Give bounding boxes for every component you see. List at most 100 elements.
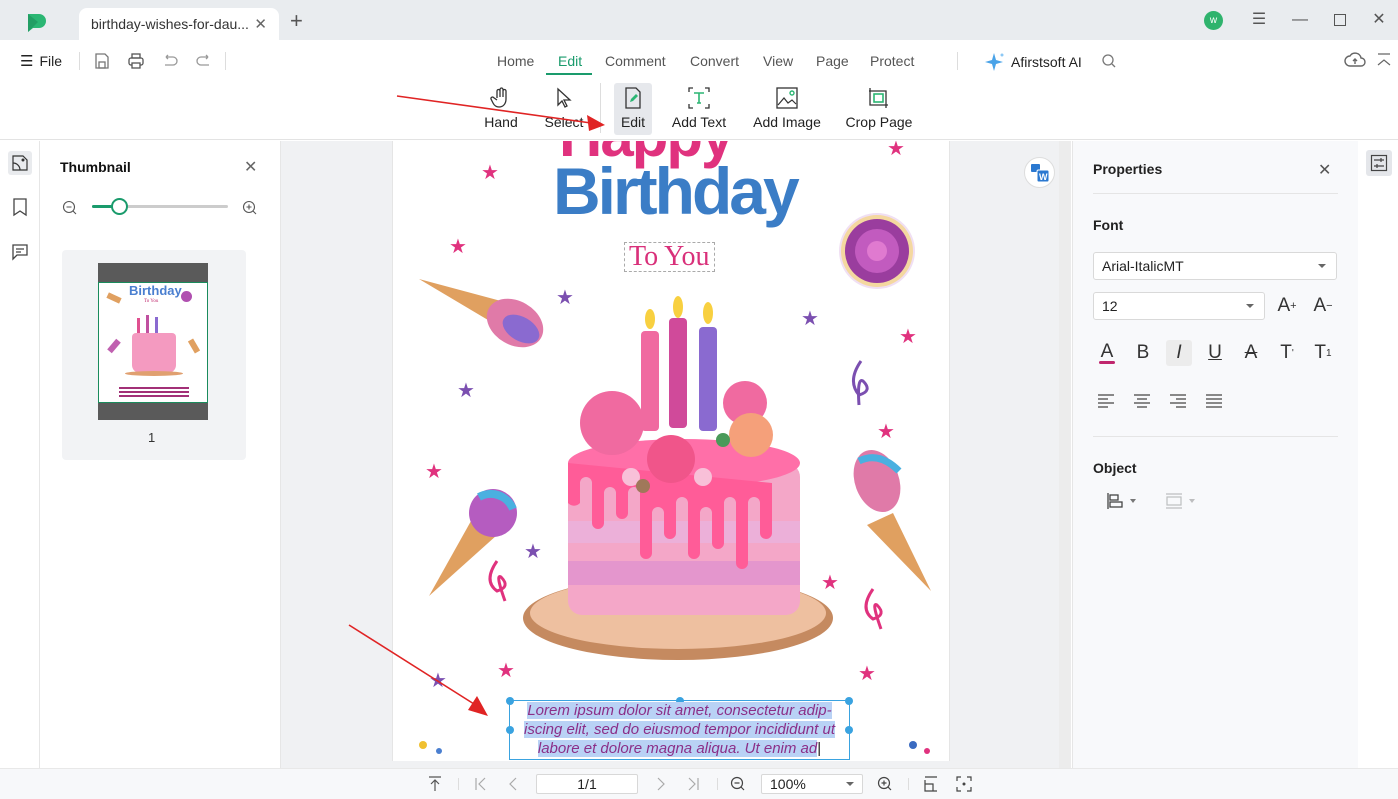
italic-button[interactable]: I (1166, 340, 1192, 366)
add-text-button[interactable]: Add Text (670, 83, 728, 135)
zoom-in-icon[interactable] (877, 776, 893, 792)
increase-font-size-icon[interactable]: A + (1274, 293, 1300, 319)
align-center-icon[interactable] (1133, 393, 1151, 409)
zoom-level-value: 100% (770, 776, 806, 792)
svg-text:★: ★ (425, 461, 443, 483)
divider (1093, 436, 1338, 437)
font-family-select[interactable]: Arial-ItalicMT (1093, 252, 1337, 280)
divider (908, 778, 909, 790)
edit-tool-button[interactable]: Edit (614, 83, 652, 135)
align-left-icon[interactable] (1097, 393, 1115, 409)
ai-label: Afirstsoft AI (1011, 54, 1082, 70)
page-thumbnail-number: 1 (148, 430, 156, 445)
subscript-button[interactable]: T1 (1310, 340, 1336, 366)
menu-icon[interactable]: ☰ (1249, 10, 1269, 30)
zoom-out-icon[interactable] (62, 200, 77, 215)
svg-text:★: ★ (821, 572, 839, 594)
sparkle-icon (985, 53, 1004, 71)
align-justify-icon[interactable] (1205, 393, 1223, 409)
crop-page-button[interactable]: Crop Page (845, 83, 913, 135)
app-logo-icon (28, 14, 46, 32)
add-image-label: Add Image (753, 114, 821, 130)
underline-button[interactable]: U (1202, 340, 1228, 366)
tab-page[interactable]: Page (816, 53, 849, 69)
bookmarks-toggle[interactable] (8, 195, 32, 219)
divider (225, 52, 226, 70)
vertical-scrollbar[interactable] (1059, 141, 1071, 768)
save-icon[interactable] (93, 52, 111, 70)
svg-text:★: ★ (449, 236, 467, 258)
divider (717, 778, 718, 790)
object-align-dropdown[interactable] (1106, 492, 1136, 510)
cloud-upload-icon[interactable] (1344, 51, 1366, 69)
tab-title: birthday-wishes-for-dau... (91, 16, 249, 32)
new-tab-button[interactable]: + (290, 10, 303, 32)
print-icon[interactable] (127, 52, 145, 70)
align-right-icon[interactable] (1169, 393, 1187, 409)
zoom-out-icon[interactable] (730, 776, 746, 792)
annotation-arrow (348, 624, 488, 716)
close-thumbnail-panel-icon[interactable]: ✕ (244, 157, 257, 177)
sliders-icon (1370, 154, 1388, 172)
superscript-button[interactable]: T ' (1274, 340, 1300, 366)
font-size-select[interactable]: 12 (1093, 292, 1265, 320)
page-thumbnail-viewport: Birthday To You (98, 282, 208, 403)
close-properties-icon[interactable]: ✕ (1318, 160, 1331, 180)
hamburger-icon: ☰ (20, 53, 34, 70)
properties-title: Properties (1093, 161, 1163, 177)
bold-button[interactable]: B (1130, 340, 1156, 366)
svg-text:★: ★ (524, 541, 542, 563)
go-to-top-icon[interactable] (428, 776, 442, 792)
tab-home[interactable]: Home (497, 53, 534, 69)
selected-text-box[interactable]: Lorem ipsum dolor sit amet, consectetur … (506, 697, 853, 760)
minimize-button[interactable]: — (1290, 10, 1310, 30)
next-page-icon[interactable] (654, 777, 668, 791)
redo-icon[interactable] (195, 52, 213, 70)
search-icon[interactable] (1101, 53, 1117, 69)
divider (458, 778, 459, 790)
tab-protect[interactable]: Protect (870, 53, 914, 69)
divider (957, 52, 958, 70)
zoom-level-select[interactable]: 100% (761, 774, 863, 794)
thumbnail-panel-toggle[interactable] (8, 151, 32, 175)
font-section-title: Font (1093, 217, 1124, 233)
tab-view[interactable]: View (763, 53, 793, 69)
previous-page-icon[interactable] (506, 777, 520, 791)
divider (79, 52, 80, 70)
font-size-value: 12 (1102, 298, 1118, 314)
object-distribute-dropdown[interactable] (1165, 492, 1195, 510)
font-color-button[interactable]: A (1094, 340, 1120, 366)
collapse-ribbon-icon[interactable] (1376, 52, 1392, 68)
user-avatar[interactable]: w (1204, 11, 1223, 30)
text-line: Lorem ipsum dolor sit amet, consectetur … (527, 702, 832, 719)
properties-panel-toggle[interactable] (1366, 150, 1392, 176)
add-text-icon (688, 87, 710, 109)
first-page-icon[interactable] (474, 777, 488, 791)
thumbnail-zoom-slider-handle[interactable] (111, 198, 128, 215)
strikethrough-button[interactable]: A (1238, 340, 1264, 366)
text-line: labore et dolore magna aliqua. Ut enim a… (537, 740, 822, 757)
last-page-icon[interactable] (686, 777, 700, 791)
file-menu[interactable]: ☰ File (20, 52, 62, 70)
distribute-objects-icon (1166, 493, 1182, 509)
comments-toggle[interactable] (8, 240, 32, 264)
add-image-button[interactable]: Add Image (752, 83, 822, 135)
undo-icon[interactable] (161, 52, 179, 70)
zoom-in-icon[interactable] (242, 200, 257, 215)
ai-button[interactable]: Afirstsoft AI (985, 52, 1082, 72)
tab-close-icon[interactable]: ✕ (254, 15, 267, 33)
text-line: iscing elit, sed do eiusmod tempor incid… (523, 721, 835, 738)
page-number-input[interactable]: 1/1 (536, 774, 638, 794)
active-tab-indicator (546, 73, 592, 75)
maximize-button[interactable] (1330, 10, 1350, 30)
tab-comment[interactable]: Comment (605, 53, 666, 69)
fullscreen-icon[interactable] (956, 776, 972, 792)
close-window-button[interactable]: ✕ (1369, 10, 1389, 30)
tab-convert[interactable]: Convert (690, 53, 739, 69)
tab-edit[interactable]: Edit (558, 53, 582, 69)
fit-width-icon[interactable] (924, 776, 938, 792)
svg-text:★: ★ (481, 162, 499, 184)
decrease-font-size-icon[interactable]: A − (1310, 293, 1336, 319)
convert-to-word-button[interactable]: W (1024, 157, 1055, 188)
document-tab[interactable]: birthday-wishes-for-dau... ✕ (79, 8, 279, 40)
